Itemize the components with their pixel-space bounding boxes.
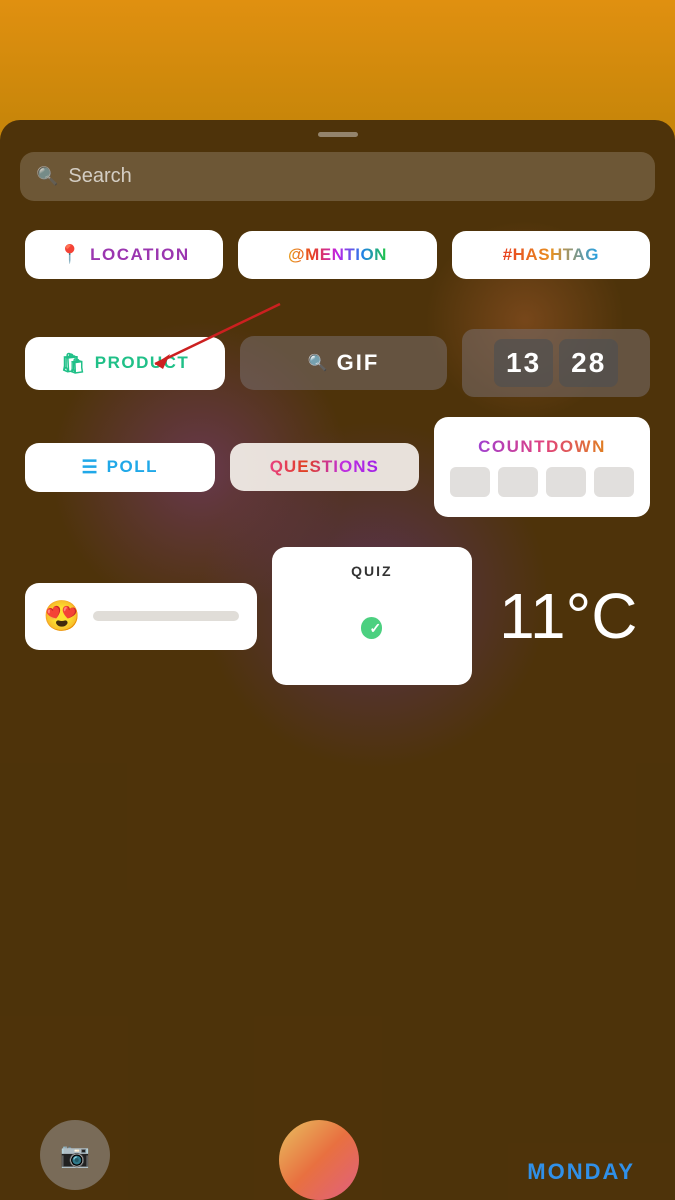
questions-label: QUESTIONS (270, 457, 379, 477)
camera-icon: 📷 (60, 1141, 90, 1170)
sticker-emoji-slider[interactable]: 😍 (25, 583, 257, 650)
poll-label: POLL (107, 457, 158, 477)
search-placeholder: Search (68, 165, 131, 188)
bottom-sheet: 🔍 Search 📍 LOCATION @MENTION #HASHTAG (0, 120, 675, 1200)
location-label: LOCATION (90, 245, 190, 265)
drag-handle[interactable] (318, 132, 358, 137)
mention-label: @MENTION (288, 245, 387, 265)
quiz-title: QUIZ (351, 563, 392, 579)
emoji-face: 😍 (43, 599, 81, 634)
sticker-row-4: 😍 QUIZ ✓ 11°C (25, 547, 650, 685)
bottom-label-right: MONDAY (527, 1159, 635, 1185)
sticker-row-1: 📍 LOCATION @MENTION #HASHTAG (25, 230, 650, 279)
countdown-bar-2 (498, 467, 538, 497)
sticker-countdown[interactable]: COUNTDOWN (434, 417, 650, 517)
bottom-icon-left[interactable]: 📷 (40, 1120, 110, 1190)
slider-track[interactable] (93, 611, 239, 621)
arrow-container (25, 299, 650, 379)
red-arrow (125, 299, 285, 379)
search-icon: 🔍 (36, 166, 58, 187)
countdown-label: COUNTDOWN (478, 437, 606, 457)
quiz-check-icon: ✓ (369, 620, 382, 637)
top-bar (0, 0, 675, 120)
countdown-bar-3 (546, 467, 586, 497)
sticker-quiz[interactable]: QUIZ ✓ (272, 547, 471, 685)
sticker-temperature: 11°C (487, 579, 650, 653)
sticker-location[interactable]: 📍 LOCATION (25, 230, 223, 279)
pin-icon: 📍 (59, 244, 82, 265)
sticker-poll[interactable]: ☰ POLL (25, 443, 215, 492)
search-bar[interactable]: 🔍 Search (20, 152, 655, 201)
countdown-bar-1 (450, 467, 490, 497)
sticker-questions[interactable]: QUESTIONS (230, 443, 420, 491)
bottom-row: 📷 MONDAY (0, 1120, 675, 1200)
temperature-value: 11°C (499, 579, 637, 653)
bars-icon: ☰ (82, 457, 99, 478)
sticker-row-3: ☰ POLL QUESTIONS COUNTDOWN (25, 417, 650, 517)
sticker-hashtag[interactable]: #HASHTAG (452, 231, 650, 279)
quiz-bar-selected: ✓ (361, 617, 382, 639)
sticker-mention[interactable]: @MENTION (238, 231, 436, 279)
stickers-grid: 📍 LOCATION @MENTION #HASHTAG 🛍 PRODUCT (0, 210, 675, 725)
hashtag-label: #HASHTAG (503, 245, 599, 265)
countdown-bar-4 (594, 467, 634, 497)
countdown-bars (450, 467, 634, 497)
bottom-icon-center[interactable] (279, 1120, 359, 1200)
